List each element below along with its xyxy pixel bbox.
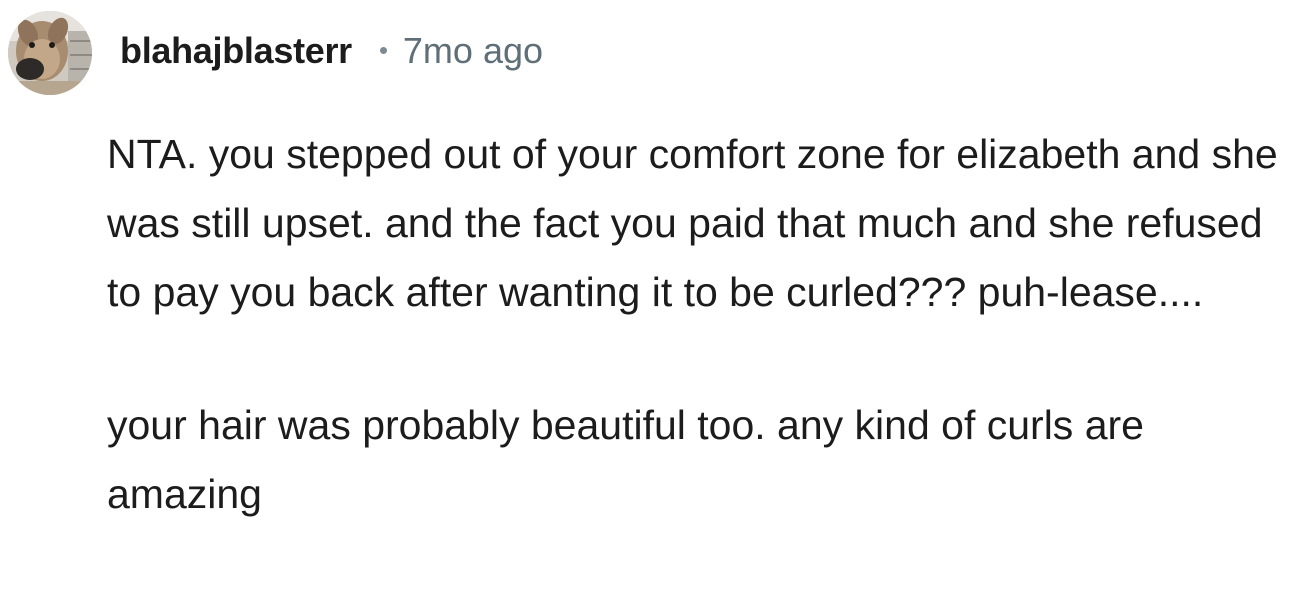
- comment-timestamp[interactable]: 7mo ago: [403, 30, 543, 76]
- comment-paragraph: your hair was probably beautiful too. an…: [107, 402, 1144, 517]
- separator-dot: [379, 46, 387, 54]
- deer-photo-avatar-icon: [8, 11, 92, 95]
- comment-card: blahajblasterr 7mo ago NTA. you stepped …: [0, 0, 1308, 592]
- comment-body: NTA. you stepped out of your comfort zon…: [107, 120, 1302, 529]
- comment-header: blahajblasterr 7mo ago: [8, 10, 543, 96]
- avatar[interactable]: [8, 11, 92, 95]
- comment-paragraph: NTA. you stepped out of your comfort zon…: [107, 131, 1278, 315]
- comment-author[interactable]: blahajblasterr: [120, 30, 352, 76]
